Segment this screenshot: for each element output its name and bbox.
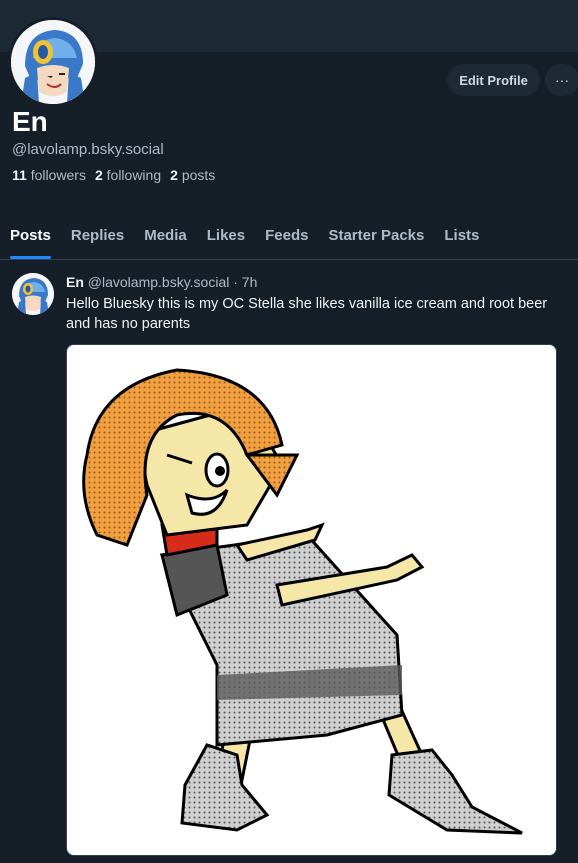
edit-profile-button[interactable]: Edit Profile [447,64,540,96]
tab-media[interactable]: Media [134,212,197,259]
profile-stats: 11 followers 2 following 2 posts [12,167,215,183]
robot-helmet-avatar-icon [11,20,95,104]
followers-label: followers [30,167,86,183]
post-author-name[interactable]: En [66,274,84,290]
profile-display-name: En [12,106,48,137]
following-label: following [106,167,162,183]
post-image[interactable] [66,344,557,856]
followers-link[interactable]: 11 followers [12,167,86,183]
tab-lists[interactable]: Lists [434,212,489,259]
tab-likes[interactable]: Likes [197,212,255,259]
feed-post[interactable]: En @lavolamp.bsky.social · 7h Hello Blue… [0,261,578,863]
followers-count: 11 [12,167,27,183]
following-link[interactable]: 2 following [95,167,161,183]
posts-count: 2 [170,167,178,183]
posts-label: posts [181,167,216,183]
post-author-handle[interactable]: @lavolamp.bsky.social [88,274,230,290]
profile-avatar[interactable] [8,17,98,107]
character-drawing-illustration [67,345,556,855]
tab-posts[interactable]: Posts [0,212,61,259]
robot-helmet-avatar-small-icon [12,273,54,315]
post-timestamp[interactable]: 7h [242,274,258,290]
post-separator: · [233,274,238,290]
posts-stat: 2 posts [170,167,215,183]
profile-handle: @lavolamp.bsky.social [12,141,164,158]
following-count: 2 [94,167,103,183]
tab-feeds[interactable]: Feeds [255,212,318,259]
post-header: En @lavolamp.bsky.social · 7h [66,274,257,290]
tab-replies[interactable]: Replies [61,212,134,259]
post-text: Hello Bluesky this is my OC Stella she l… [66,296,548,332]
tab-starter-packs[interactable]: Starter Packs [318,212,434,259]
profile-tabs: Posts Replies Media Likes Feeds Starter … [0,212,578,260]
post-author-avatar[interactable] [12,273,54,315]
ellipsis-icon[interactable]: ··· [545,64,578,96]
